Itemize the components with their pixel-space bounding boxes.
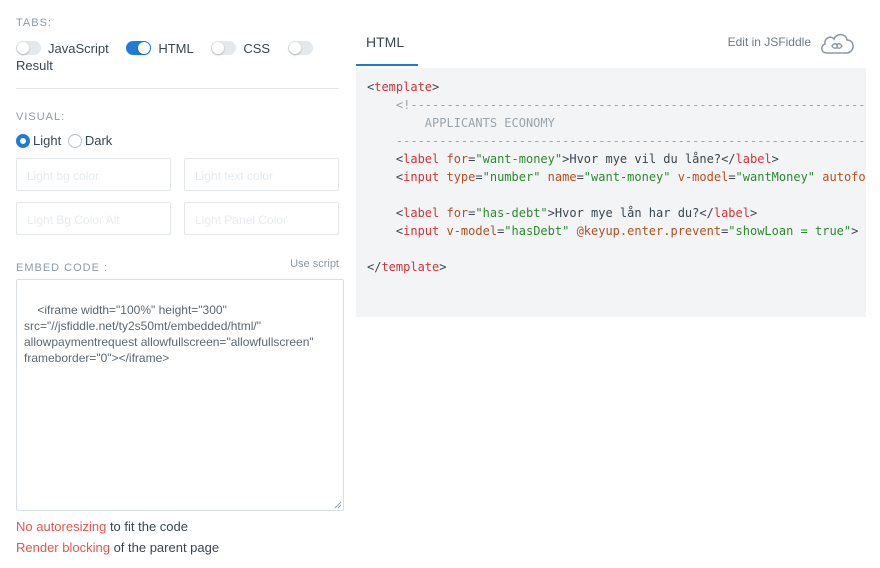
note-autoresize: No autoresizing to fit the code: [16, 519, 188, 534]
toggle-switch[interactable]: [16, 41, 41, 55]
toggle-javascript[interactable]: JavaScript: [16, 41, 109, 56]
embed-notes: No autoresizing to fit the code Render b…: [16, 516, 219, 558]
color-field-4[interactable]: Light Panel Color: [184, 202, 339, 235]
code-preview: <template> <!---------------------------…: [356, 68, 866, 317]
tabs-section-title: TABS:: [16, 17, 52, 29]
tab-toggles: JavaScript HTML CSS Result: [16, 40, 346, 74]
color-field-3[interactable]: Light Bg Color Alt: [16, 202, 171, 235]
visual-radios: Light Dark: [16, 133, 115, 151]
color-field-1[interactable]: Light bg color: [16, 158, 171, 191]
tab-html[interactable]: HTML: [366, 34, 404, 50]
toggle-label: HTML: [158, 41, 194, 56]
color-field-2[interactable]: Light text color: [184, 158, 339, 191]
no-autoresizing-link[interactable]: No autoresizing: [16, 519, 106, 534]
toggle-html[interactable]: HTML: [126, 41, 194, 56]
jsfiddle-cloud-icon[interactable]: [818, 30, 856, 56]
toggle-css[interactable]: CSS: [211, 41, 270, 56]
radio-dot[interactable]: [16, 133, 30, 148]
divider: [16, 88, 339, 89]
embed-title: EMBED CODE :: [16, 262, 109, 274]
toggle-switch[interactable]: [211, 41, 237, 55]
note-render-blocking: Render blocking of the parent page: [16, 540, 220, 555]
use-script-link[interactable]: Use script: [290, 258, 339, 270]
toggle-label: CSS: [243, 41, 271, 56]
toggle-switch[interactable]: [126, 41, 152, 55]
embed-header: EMBED CODE : Use script: [16, 258, 339, 276]
radio-label: Light: [33, 133, 62, 148]
toggle-switch[interactable]: [287, 41, 313, 55]
radio-light[interactable]: Light: [16, 133, 61, 148]
resize-handle-icon[interactable]: [334, 501, 342, 509]
radio-dark[interactable]: Dark: [67, 133, 113, 148]
radio-label: Dark: [84, 133, 113, 148]
toggle-label: Result: [16, 58, 53, 73]
active-tab-indicator: [356, 64, 418, 66]
visual-section-title: VISUAL:: [16, 111, 66, 123]
render-blocking-link[interactable]: Render blocking: [16, 540, 110, 555]
edit-in-jsfiddle-link[interactable]: Edit in JSFiddle: [728, 35, 811, 49]
toggle-label: JavaScript: [48, 41, 109, 56]
radio-dot[interactable]: [67, 133, 82, 148]
code-block: <template> <!---------------------------…: [367, 80, 866, 274]
embed-code-text: <iframe width="100%" height="300" src="/…: [24, 303, 314, 365]
embed-code-textarea[interactable]: <iframe width="100%" height="300" src="/…: [16, 279, 344, 511]
